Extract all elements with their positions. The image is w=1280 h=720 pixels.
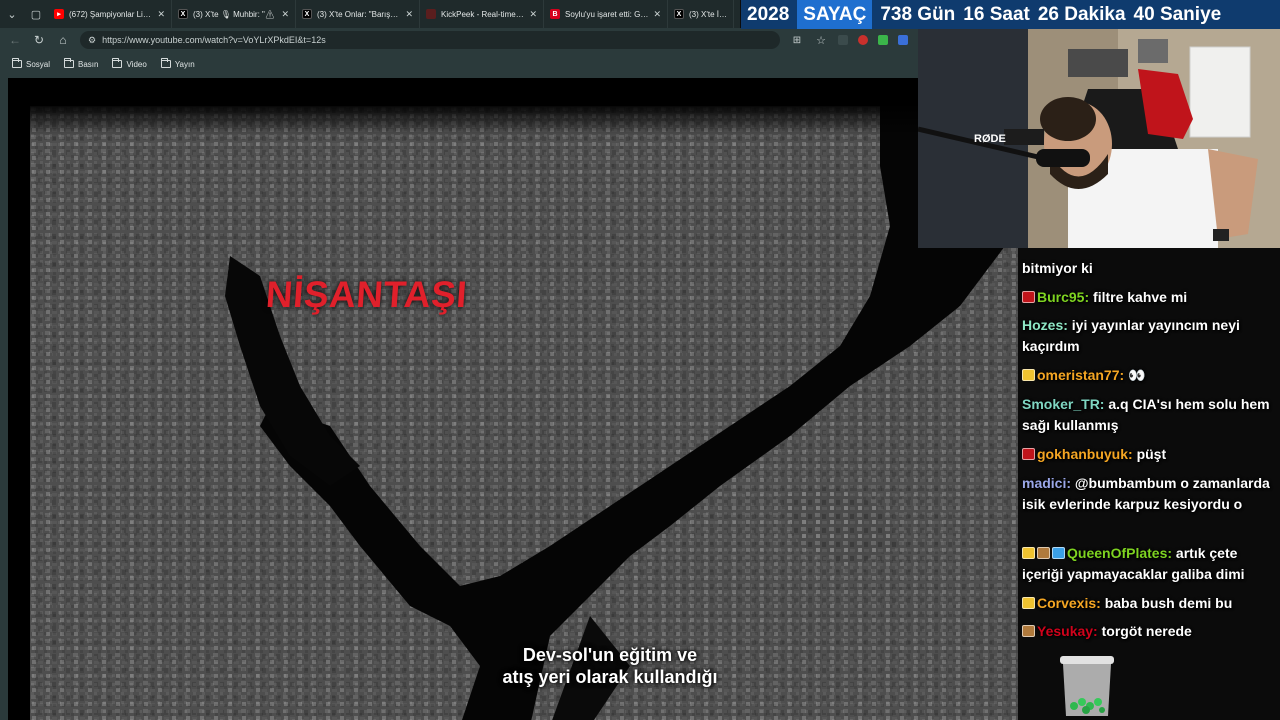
x-icon: X (674, 9, 684, 19)
counter-year: 2028 (747, 3, 790, 25)
chat-message: Hozes: iyi yayınlar yayıncım neyi kaçırd… (1022, 315, 1278, 357)
kickpeek-icon (426, 9, 436, 19)
split-screen-icon[interactable]: ⊞ (790, 35, 804, 46)
bookmarks-bar: Sosyal Basın Video Yayın (0, 52, 918, 76)
counter-days: 738 Gün (880, 3, 956, 25)
chat-message: Corvexis: baba bush demi bu (1022, 593, 1278, 614)
chat-username[interactable]: Corvexis: (1037, 595, 1101, 611)
subscriber-badge-icon (1022, 597, 1035, 609)
back-icon[interactable]: ← (8, 33, 22, 47)
tab-title: KickPeek - Real-time UR... (441, 9, 524, 19)
folder-icon (12, 58, 22, 68)
chat-username[interactable]: QueenOfPlates: (1067, 545, 1172, 561)
counter-label: SAYAÇ (797, 0, 873, 29)
message-text: baba bush demi bu (1104, 595, 1233, 611)
countdown-banner: 2028 SAYAÇ 738 Gün 16 Saat 26 Dakika 40 … (741, 0, 1280, 29)
video-subtitle: Dev-sol'un eğitim ve atış yeri olarak ku… (502, 645, 718, 687)
tab-title: (3) X'te 🎙 Muhbir: "⚠ (193, 9, 276, 19)
district-label: NİŞANTAŞI (264, 274, 469, 315)
bookmark-folder[interactable]: Video (112, 58, 147, 69)
mic-brand-label: RØDE (974, 133, 1006, 145)
tab-title: (3) X'te İzafi (689, 9, 727, 19)
chat-username[interactable]: Hozes: (1022, 317, 1068, 333)
message-text: torgöt nerede (1101, 623, 1192, 639)
subscriber-badge-icon (1022, 625, 1035, 637)
chat-username[interactable]: omeristan77: (1037, 367, 1124, 383)
message-text: bitmiyor ki (1022, 260, 1093, 276)
chat-username[interactable]: Smoker_TR: (1022, 396, 1104, 412)
chat-message: Yesukay: torgöt nerede (1022, 621, 1278, 642)
browser-tab[interactable]: X (3) X'te İzafi (668, 0, 734, 28)
gift-badge-icon (1052, 547, 1065, 559)
streamer-image (918, 29, 1280, 248)
crown-badge-icon (1022, 547, 1035, 559)
subscriber-badge-icon (1022, 291, 1035, 303)
chat-username[interactable]: gokhanbuyuk: (1037, 446, 1133, 462)
browser-tab[interactable]: X (3) X'te Onlar: "Barış Peh... ✕ (296, 0, 420, 28)
tab-strip: ⌄ ▢ ▸ (672) Şampiyonlar Ligi Y... ✕ X (3… (0, 0, 740, 28)
close-tab-icon[interactable]: ✕ (405, 9, 413, 20)
webcam-feed: RØDE (918, 29, 1280, 248)
browser-tab[interactable]: KickPeek - Real-time UR... ✕ (420, 0, 544, 28)
tab-title: (672) Şampiyonlar Ligi Y... (69, 9, 152, 19)
chat-message: omeristan77: 👀 (1022, 365, 1278, 386)
b-icon: B (550, 9, 560, 19)
reload-icon[interactable]: ↻ (32, 33, 46, 47)
browser-toolbar: ← ↻ ⌂ ⚙ https://www.youtube.com/watch?v=… (0, 28, 918, 52)
emote-icon: 👀 (1128, 367, 1146, 383)
extension-icon[interactable] (858, 35, 868, 45)
browser-tab[interactable]: ▸ (672) Şampiyonlar Ligi Y... ✕ (48, 0, 172, 28)
chat-message: gokhanbuyuk: püşt (1022, 444, 1278, 465)
chat-message: madici: @bumbambum o zamanlarda isik evl… (1022, 473, 1278, 515)
site-info-icon[interactable]: ⚙ (88, 35, 96, 46)
bookmark-folder[interactable]: Sosyal (12, 58, 50, 69)
chat-username[interactable]: Yesukay: (1037, 623, 1098, 639)
home-icon[interactable]: ⌂ (56, 33, 70, 47)
counter-hours: 16 Saat (963, 3, 1030, 25)
chat-message: QueenOfPlates: artık çete içeriği yapmay… (1022, 543, 1278, 585)
video-player[interactable]: NİŞANTAŞI Dev-sol'un eğitim ve atış yeri… (8, 78, 1018, 720)
satellite-map (30, 106, 1018, 720)
url-text: https://www.youtube.com/watch?v=VoYLrXPk… (102, 35, 326, 45)
workspaces-icon[interactable]: ▢ (24, 0, 48, 28)
tab-title: (3) X'te Onlar: "Barış Peh... (317, 9, 400, 19)
bookmark-folder[interactable]: Basın (64, 58, 98, 69)
close-tab-icon[interactable]: ✕ (653, 9, 661, 20)
counter-seconds: 40 Saniye (1133, 3, 1222, 25)
extension-icon[interactable] (898, 35, 908, 45)
message-text: filtre kahve mi (1093, 289, 1188, 305)
counter-minutes: 26 Dakika (1037, 3, 1126, 25)
bookmark-star-icon[interactable]: ☆ (814, 34, 828, 47)
chat-username[interactable]: madici: (1022, 475, 1071, 491)
chat-username[interactable]: Burc95: (1037, 289, 1089, 305)
close-tab-icon[interactable]: ✕ (157, 9, 165, 20)
subscriber-badge-icon (1022, 369, 1035, 381)
folder-icon (64, 58, 75, 68)
address-bar[interactable]: ⚙ https://www.youtube.com/watch?v=VoYLrX… (80, 31, 780, 49)
extension-icon[interactable] (838, 35, 848, 45)
tab-list-chevron-icon[interactable]: ⌄ (0, 0, 24, 28)
browser-tab[interactable]: B Soylu'yu işaret etti: Gül... ✕ (544, 0, 668, 28)
subscriber-badge-icon (1037, 547, 1050, 559)
message-text: püşt (1136, 446, 1167, 462)
trash-bin-icon (1060, 656, 1114, 716)
tab-title: Soylu'yu işaret etti: Gül... (565, 9, 649, 19)
screen: { "browser": { "tabs": [ {"favicon": "yo… (0, 0, 1280, 720)
x-icon: X (178, 9, 188, 19)
x-icon: X (302, 9, 312, 19)
folder-icon (160, 58, 171, 68)
chat-message: Burc95: filtre kahve mi (1022, 287, 1278, 308)
extension-icon[interactable] (878, 35, 888, 45)
chat-overlay: bitmiyor ki Burc95: filtre kahve mi Hoze… (1016, 252, 1280, 652)
browser-tab[interactable]: X (3) X'te 🎙 Muhbir: "⚠ ✕ (172, 0, 296, 28)
chat-message: bitmiyor ki (1022, 258, 1278, 279)
youtube-icon: ▸ (54, 9, 64, 19)
chat-message: Smoker_TR: a.q CIA'sı hem solu hem sağı … (1022, 394, 1278, 436)
close-tab-icon[interactable]: ✕ (529, 9, 537, 20)
close-tab-icon[interactable]: ✕ (281, 9, 289, 20)
folder-icon (112, 58, 123, 68)
subscriber-badge-icon (1022, 448, 1035, 460)
bookmark-folder[interactable]: Yayın (160, 58, 195, 69)
